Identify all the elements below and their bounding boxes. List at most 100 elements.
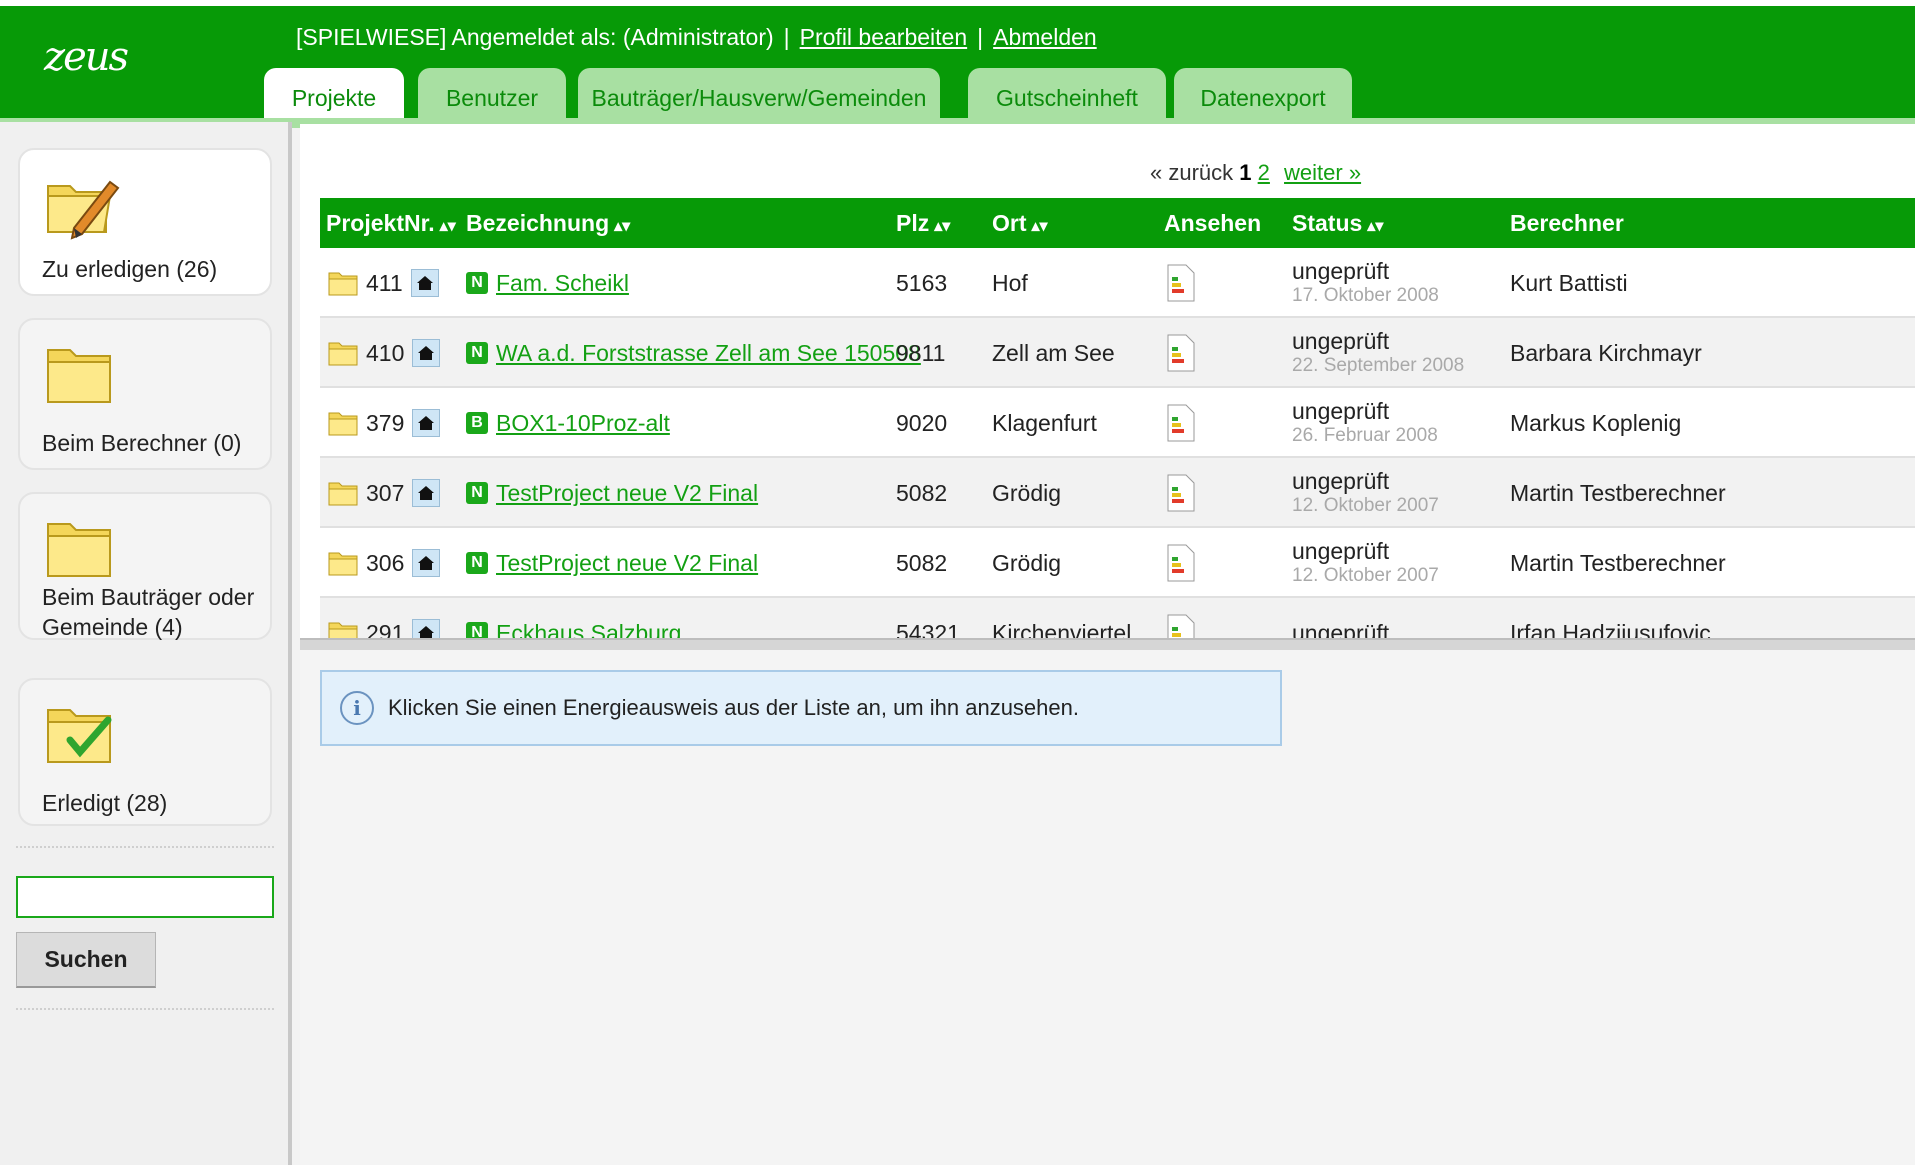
cell-ort: Grödig [992, 479, 1062, 506]
project-type-badge: N [466, 272, 488, 294]
pager-current-page: 1 [1239, 160, 1252, 185]
folder-icon[interactable] [328, 480, 358, 506]
cell-nr: 411 [328, 248, 439, 318]
cell-bezeichnung: N Fam. Scheikl [466, 248, 629, 318]
profile-edit-link[interactable]: Profil bearbeiten [800, 24, 968, 50]
folder-icon [47, 349, 111, 403]
divider [16, 846, 274, 848]
project-type-badge: N [466, 342, 488, 364]
col-label: Status [1292, 210, 1363, 236]
status-text: ungeprüft [1292, 538, 1390, 564]
search-button[interactable]: Suchen [16, 932, 156, 988]
cell-bezeichnung: B BOX1-10Proz-alt [466, 388, 670, 458]
project-number: 379 [366, 409, 405, 436]
search-input[interactable] [16, 876, 274, 918]
cell-bezeichnung: N TestProject neue V2 Final [466, 458, 758, 528]
table-row[interactable]: 306 N TestProject neue V2 Final 5082 Grödig u… [320, 528, 1915, 598]
table-row[interactable]: 410 N WA a.d. Forststrasse Zell am See 150… [320, 318, 1915, 388]
table-row[interactable]: 411 N Fam. Scheikl 5163 Hof ungeprüft 17. Okto… [320, 248, 1915, 318]
folder-icon[interactable] [328, 620, 358, 638]
cell-plz: 5082 [896, 479, 948, 506]
cell-ort: Klagenfurt [992, 409, 1097, 436]
table-row[interactable]: 379 B BOX1-10Proz-alt 9020 Klagenfurt ungeprü… [320, 388, 1915, 458]
project-link[interactable]: TestProject neue V2 Final [496, 550, 758, 577]
cell-berechner: Markus Koplenig [1510, 409, 1682, 436]
energy-certificate-icon[interactable] [1166, 613, 1196, 638]
project-link[interactable]: BOX1-10Proz-alt [496, 410, 670, 437]
detail-pane: i Klicken Sie einen Energieausweis aus d… [300, 650, 1915, 1165]
energy-certificate-icon[interactable] [1166, 263, 1196, 303]
sort-icon: ▴▾ [614, 218, 631, 235]
cell-nr: 379 [328, 388, 441, 458]
project-link[interactable]: Eckhaus Salzburg [496, 620, 681, 639]
status-text: ungeprüft [1292, 398, 1390, 424]
cell-status: ungeprüft [1292, 598, 1389, 638]
energy-certificate-icon[interactable] [1166, 543, 1196, 583]
cell-berechner: Barbara Kirchmayr [1510, 339, 1702, 366]
project-link[interactable]: WA a.d. Forststrasse Zell am See 150508 [496, 340, 921, 367]
folder-icon [47, 523, 111, 577]
col-header-nr[interactable]: ProjektNr. ▴▾ [326, 198, 456, 248]
cell-berechner: Irfan Hadziiusufovic [1510, 619, 1711, 639]
pager-page-2[interactable]: 2 [1258, 160, 1270, 185]
cell-status: ungeprüft 17. Oktober 2008 [1292, 248, 1439, 318]
col-header-berechner: Berechner [1510, 198, 1624, 248]
folder-zu-erledigen[interactable]: Zu erledigen (26) [18, 148, 272, 296]
folder-icon[interactable] [328, 550, 358, 576]
cell-ansehen [1166, 248, 1196, 318]
project-type-badge: B [466, 412, 488, 434]
col-header-plz[interactable]: Plz ▴▾ [896, 198, 950, 248]
cell-ort: Hof [992, 269, 1028, 296]
cell-nr: 307 [328, 458, 441, 528]
app-header: zeus [SPIELWIESE] Angemeldet als: (Admin… [0, 0, 1915, 128]
status-text: ungeprüft [1292, 258, 1390, 284]
col-header-status[interactable]: Status ▴▾ [1292, 198, 1383, 248]
energy-certificate-icon[interactable] [1166, 403, 1196, 443]
folder-icon[interactable] [328, 340, 358, 366]
folder-erledigt[interactable]: Erledigt (28) [18, 678, 272, 826]
energy-certificate-icon[interactable] [1166, 473, 1196, 513]
cell-ort: Zell am See [992, 339, 1115, 366]
cell-status: ungeprüft 22. September 2008 [1292, 318, 1464, 388]
folder-beim-berechner[interactable]: Beim Berechner (0) [18, 318, 272, 470]
house-icon [412, 549, 441, 577]
col-header-ort[interactable]: Ort ▴▾ [992, 198, 1048, 248]
cell-plz: 9811 [896, 339, 946, 366]
house-icon [412, 619, 441, 638]
cell-nr: 291 [328, 598, 441, 639]
energy-certificate-icon[interactable] [1166, 333, 1196, 373]
house-icon [412, 339, 441, 367]
col-header-bezeichnung[interactable]: Bezeichnung ▴▾ [466, 198, 630, 248]
project-number: 291 [366, 619, 405, 639]
folder-beim-bautraeger[interactable]: Beim Bauträger oder Gemeinde (4) [18, 492, 272, 640]
cell-ansehen [1166, 388, 1196, 458]
status-date: 17. Oktober 2008 [1292, 285, 1439, 306]
cell-plz: 54321 [896, 619, 960, 639]
project-link[interactable]: TestProject neue V2 Final [496, 480, 758, 507]
cell-ansehen [1166, 598, 1196, 638]
table-row[interactable]: 291 N Eckhaus Salzburg 54321 Kirchenviertel u… [320, 598, 1915, 638]
cell-berechner: Martin Testberechner [1510, 549, 1726, 576]
pane-splitter[interactable] [300, 638, 1915, 650]
project-link[interactable]: Fam. Scheikl [496, 270, 629, 297]
table-row[interactable]: 307 N TestProject neue V2 Final 5082 Grödig u… [320, 458, 1915, 528]
cell-plz: 5082 [896, 549, 948, 576]
cell-nr: 410 [328, 318, 441, 388]
col-label: Ort [992, 210, 1027, 236]
status-text: ungeprüft [1292, 620, 1390, 638]
project-type-badge: N [466, 482, 488, 504]
project-number: 411 [366, 269, 403, 296]
folder-icon[interactable] [328, 410, 358, 436]
app-logo[interactable]: zeus [44, 34, 129, 94]
status-text: ungeprüft [1292, 468, 1390, 494]
cell-bezeichnung: N WA a.d. Forststrasse Zell am See 150508 [466, 318, 921, 388]
pager-next[interactable]: weiter » [1284, 160, 1361, 185]
project-number: 306 [366, 549, 405, 576]
folder-icon[interactable] [328, 270, 358, 296]
sort-icon: ▴▾ [934, 218, 951, 235]
cell-ansehen [1166, 318, 1196, 388]
logout-link[interactable]: Abmelden [993, 24, 1097, 50]
divider [16, 1008, 274, 1010]
table-header: ProjektNr. ▴▾ Bezeichnung ▴▾ Plz ▴▾ Ort ▴▾ A… [320, 198, 1915, 248]
folder-pencil-icon [47, 180, 120, 240]
